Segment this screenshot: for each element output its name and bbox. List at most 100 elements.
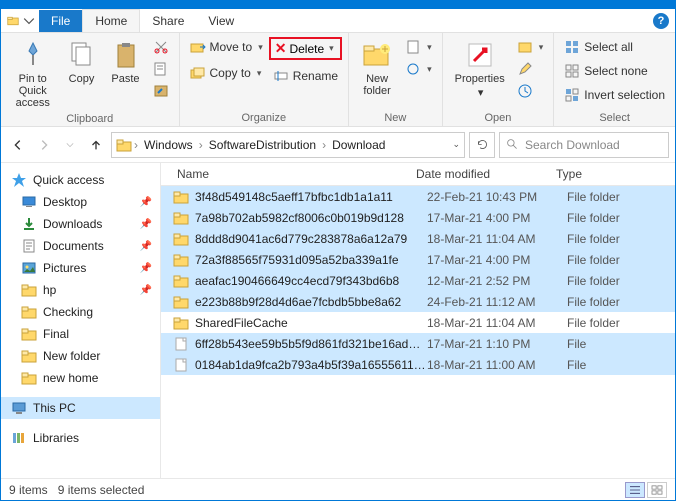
- file-icon: [173, 357, 189, 373]
- file-row[interactable]: e223b88b9f28d4d6ae7fcbdb5bbe8a6224-Feb-2…: [161, 291, 675, 312]
- dropdown-icon[interactable]: [23, 15, 35, 27]
- ribbon-group-organize: Move to▾ Copy to▾ ✕ Delete ▾ Rename Orga…: [180, 33, 350, 126]
- newitem-icon: [405, 39, 421, 55]
- sidebar-item-icon: [21, 282, 37, 298]
- recent-button[interactable]: [59, 134, 81, 156]
- search-input[interactable]: Search Download: [499, 132, 669, 158]
- easy-access-button[interactable]: ▾: [401, 59, 436, 79]
- arrow-up-icon: [89, 138, 103, 152]
- file-row[interactable]: 0184ab1da9fca2b793a4b5f39a16555611 08...…: [161, 354, 675, 375]
- view-large-button[interactable]: [647, 482, 667, 498]
- select-all-button[interactable]: Select all: [560, 37, 669, 57]
- ribbon: Pin to Quickaccess Copy Paste Clipboard …: [1, 33, 675, 127]
- arrow-right-icon: [37, 138, 51, 152]
- open-button[interactable]: ▾: [513, 37, 548, 57]
- properties-button[interactable]: Properties▾: [449, 37, 511, 101]
- crumb-download[interactable]: Download: [328, 138, 389, 152]
- up-button[interactable]: [85, 134, 107, 156]
- copy-path-button[interactable]: [149, 59, 173, 79]
- sidebar-libraries[interactable]: Libraries: [1, 427, 160, 449]
- arrow-left-icon: [11, 138, 25, 152]
- column-name[interactable]: Name: [161, 167, 416, 181]
- sidebar-item-label: Desktop: [43, 195, 87, 209]
- sidebar-item-documents[interactable]: Documents 📌: [1, 235, 160, 257]
- sidebar-item-downloads[interactable]: Downloads📌: [1, 213, 160, 235]
- sidebar-item-hp[interactable]: hp 📌: [1, 279, 160, 301]
- file-row[interactable]: 6ff28b543ee59b5b5f9d861fd321be16adb8...1…: [161, 333, 675, 354]
- new-folder-button[interactable]: Newfolder: [355, 37, 399, 99]
- history-icon: [517, 83, 533, 99]
- paste-shortcut-button[interactable]: [149, 81, 173, 101]
- file-list[interactable]: 3f48d549148c5aeff17bfbc1db1a1a1122-Feb-2…: [161, 186, 675, 478]
- select-group-label: Select: [560, 110, 669, 124]
- new-folder-label: Newfolder: [363, 73, 391, 97]
- copy-to-button[interactable]: Copy to▾: [186, 63, 267, 83]
- status-item-count: 9 items: [9, 483, 48, 497]
- sidebar-item-desktop[interactable]: Desktop📌: [1, 191, 160, 213]
- delete-button[interactable]: ✕ Delete ▾: [269, 37, 342, 60]
- new-item-button[interactable]: ▾: [401, 37, 436, 57]
- file-name: 6ff28b543ee59b5b5f9d861fd321be16adb8...: [195, 337, 427, 351]
- tab-view[interactable]: View: [196, 10, 246, 32]
- select-none-button[interactable]: Select none: [560, 61, 669, 81]
- move-to-button[interactable]: Move to▾: [186, 37, 267, 57]
- paste-icon: [110, 39, 142, 71]
- invert-selection-button[interactable]: Invert selection: [560, 85, 669, 105]
- sidebar-item-label: Documents: [43, 239, 104, 253]
- file-row[interactable]: 7a98b702ab5982cf8006c0b019b9d12817-Mar-2…: [161, 207, 675, 228]
- copyto-icon: [190, 65, 206, 81]
- pin-icon: 📌: [140, 285, 152, 296]
- file-date: 18-Mar-21 11:04 AM: [427, 316, 567, 330]
- copy-label: Copy: [69, 73, 95, 85]
- file-row[interactable]: SharedFileCache18-Mar-21 11:04 AMFile fo…: [161, 312, 675, 333]
- address-dropdown[interactable]: ⌄: [452, 139, 460, 150]
- sidebar-item-label: hp: [43, 283, 56, 297]
- file-row[interactable]: 72a3f88565f75931d095a52ba339a1fe17-Mar-2…: [161, 249, 675, 270]
- folder-icon: [173, 231, 189, 247]
- sidebar-item-final[interactable]: Final: [1, 323, 160, 345]
- help-icon[interactable]: ?: [653, 13, 669, 29]
- open-group-label: Open: [449, 110, 548, 124]
- file-name: 3f48d549148c5aeff17bfbc1db1a1a11: [195, 190, 427, 204]
- refresh-button[interactable]: [469, 132, 495, 158]
- edit-button[interactable]: [513, 59, 548, 79]
- sidebar-item-checking[interactable]: Checking: [1, 301, 160, 323]
- column-date[interactable]: Date modified: [416, 167, 556, 181]
- tab-file[interactable]: File: [39, 10, 82, 32]
- sidebar-item-new-home[interactable]: new home: [1, 367, 160, 389]
- pc-icon: [11, 400, 27, 416]
- ribbon-group-select: Select all Select none Invert selection …: [554, 33, 675, 126]
- pin-label: Pin to Quickaccess: [13, 73, 53, 109]
- tab-share[interactable]: Share: [140, 10, 196, 32]
- sidebar-this-pc[interactable]: This PC: [1, 397, 160, 419]
- sidebar-item-new-folder[interactable]: New folder: [1, 345, 160, 367]
- back-button[interactable]: [7, 134, 29, 156]
- address-bar[interactable]: › Windows › SoftwareDistribution › Downl…: [111, 132, 465, 158]
- forward-button[interactable]: [33, 134, 55, 156]
- file-type: File folder: [567, 211, 620, 225]
- file-type: File folder: [567, 190, 620, 204]
- file-row[interactable]: 3f48d549148c5aeff17bfbc1db1a1a1122-Feb-2…: [161, 186, 675, 207]
- crumb-softwaredistribution[interactable]: SoftwareDistribution: [205, 138, 320, 152]
- sidebar-quick-access[interactable]: Quick access: [1, 169, 160, 191]
- sidebar-item-icon: [21, 238, 37, 254]
- view-details-button[interactable]: [625, 482, 645, 498]
- history-button[interactable]: [513, 81, 548, 101]
- file-row[interactable]: aeafac190466649cc4ecd79f343bd6b812-Mar-2…: [161, 270, 675, 291]
- copy-button[interactable]: Copy: [61, 37, 103, 87]
- cut-button[interactable]: [149, 37, 173, 57]
- sidebar-item-pictures[interactable]: Pictures📌: [1, 257, 160, 279]
- main-area: Quick access Desktop📌Downloads📌Documents…: [1, 163, 675, 478]
- rename-button[interactable]: Rename: [269, 66, 342, 86]
- file-row[interactable]: 8ddd8d9041ac6d779c283878a6a12a7918-Mar-2…: [161, 228, 675, 249]
- sidebar-item-icon: [21, 194, 37, 210]
- pin-quick-access-button[interactable]: Pin to Quickaccess: [7, 37, 59, 111]
- pin-icon: 📌: [140, 241, 152, 252]
- column-type[interactable]: Type: [556, 167, 675, 181]
- crumb-windows[interactable]: Windows: [140, 138, 197, 152]
- paste-button[interactable]: Paste: [105, 37, 147, 87]
- tab-home[interactable]: Home: [82, 9, 140, 32]
- file-name: 72a3f88565f75931d095a52ba339a1fe: [195, 253, 427, 267]
- copypath-icon: [153, 61, 169, 77]
- details-icon: [629, 485, 641, 495]
